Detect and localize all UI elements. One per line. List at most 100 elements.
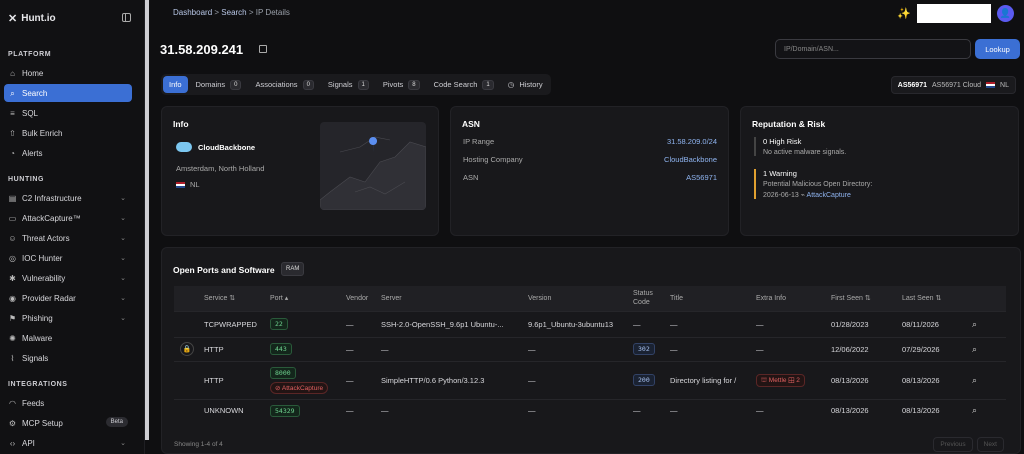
sidebar-collapse-icon[interactable] [122, 13, 131, 22]
ip-range-link[interactable]: 31.58.209.0/24 [667, 137, 717, 146]
malware-tag[interactable]: ⛫ Mettle ⊞ 2 [756, 373, 805, 387]
top-right-controls: ✨ 👤 [897, 4, 1014, 23]
sidebar: ✕ Hunt.io PLATFORM ⌂ Home ⌕ Search ≡ SQL ⇧ B… [0, 0, 145, 454]
search-icon[interactable]: ⌕ [972, 405, 977, 415]
logo[interactable]: ✕ Hunt.io [8, 12, 56, 25]
tab-associations[interactable]: Associations 0 [249, 76, 319, 93]
copy-icon[interactable] [259, 45, 267, 53]
info-title: Info [173, 119, 189, 129]
col-server: Server [381, 294, 402, 302]
tab-pivots[interactable]: Pivots 8 [377, 76, 426, 93]
col-first-seen[interactable]: First Seen ⇅ [831, 286, 902, 311]
sidebar-item-phishing[interactable]: ⚑ Phishing ⌄ [4, 309, 132, 327]
col-service[interactable]: Service ⇅ [204, 286, 270, 311]
sidebar-item-mcp-setup[interactable]: ⚙ MCP Setup Beta [4, 414, 132, 432]
sidebar-item-search[interactable]: ⌕ Search [4, 84, 132, 102]
open-ports-card: Open Ports and Software RAM Service ⇅ Po… [161, 247, 1021, 454]
sidebar-item-home[interactable]: ⌂ Home [4, 64, 132, 82]
lookup-button[interactable]: Lookup [975, 39, 1020, 59]
asn-card: ASN IP Range 31.58.209.0/24 Hosting Comp… [450, 106, 729, 236]
location: Amsterdam, North Holland [176, 164, 265, 173]
asn-link[interactable]: AS56971 [686, 173, 717, 182]
table-row: 🔒 HTTP 443 — — — 302 — — 12/06/2022 07/2… [174, 336, 1006, 361]
warning-item: 1 Warning Potential Malicious Open Direc… [754, 169, 872, 199]
beta-badge: Beta [105, 417, 128, 427]
tab-code-search[interactable]: Code Search 1 [428, 76, 500, 93]
ports-title: Open Ports and Software [173, 265, 275, 275]
breadcrumb-dashboard[interactable]: Dashboard [173, 8, 212, 17]
sidebar-item-api[interactable]: ‹› API ⌄ [4, 434, 132, 452]
main-content: Dashboard > Search > IP Details ✨ 👤 31.5… [149, 0, 1024, 454]
map-pin-icon [369, 137, 378, 153]
search-icon[interactable]: ⌕ [972, 375, 977, 385]
sidebar-item-ioc-hunter[interactable]: ◎ IOC Hunter ⌄ [4, 249, 132, 267]
sidebar-item-alerts[interactable]: ◔ Alerts [4, 144, 132, 162]
sidebar-item-bulk-enrich[interactable]: ⇧ Bulk Enrich [4, 124, 132, 142]
sidebar-item-signals[interactable]: ⌇ Signals [4, 349, 132, 367]
count-badge: 8 [408, 79, 420, 90]
tab-history[interactable]: ◷ History [502, 76, 549, 93]
asn-pill[interactable]: AS56971 AS56971 Cloud NL [890, 76, 1016, 94]
sidebar-item-vulnerability[interactable]: ✱ Vulnerability ⌄ [4, 269, 132, 287]
search-input[interactable]: IP/Domain/ASN... [775, 39, 971, 59]
radar-icon: ◉ [9, 293, 16, 303]
chevron-down-icon: ⌄ [120, 275, 126, 282]
tab-domains[interactable]: Domains 0 [190, 76, 248, 93]
search-icon[interactable]: ⌕ [972, 344, 977, 354]
sidebar-item-attackcapture[interactable]: ▭ AttackCapture™ ⌄ [4, 209, 132, 227]
history-icon: ◷ [507, 80, 515, 89]
next-button[interactable]: Next [976, 437, 1004, 452]
code-icon: ‹› [9, 438, 16, 448]
previous-button[interactable]: Previous [933, 437, 973, 452]
chevron-down-icon: ⌄ [120, 215, 126, 222]
cloud-icon [176, 142, 192, 152]
count-badge: 0 [302, 79, 314, 90]
ports-table: Service ⇅ Port ▴ Vendor Server Version S… [174, 286, 1006, 422]
risk-card: Reputation & Risk 0 High Risk No active … [740, 106, 1019, 236]
tab-signals[interactable]: Signals 1 [322, 76, 375, 93]
attackcapture-link[interactable]: AttackCapture [807, 192, 851, 199]
avatar[interactable]: 👤 [997, 5, 1014, 22]
tab-info[interactable]: Info [163, 76, 188, 93]
upload-icon: ⇧ [9, 128, 16, 138]
target-icon: ◎ [9, 253, 16, 263]
chevron-down-icon: ⌄ [120, 315, 126, 322]
hosting-company-link[interactable]: CloudBackbone [664, 155, 717, 164]
sidebar-item-feeds[interactable]: ◠ Feeds [4, 394, 132, 412]
location-map[interactable] [320, 122, 426, 210]
table-row: TCPWRAPPED 22 — SSH-2.0-OpenSSH_9.6p1 Ub… [174, 310, 1006, 337]
bank-icon: ⛫ [761, 376, 767, 384]
ram-badge[interactable]: RAM [281, 262, 305, 276]
sidebar-item-malware[interactable]: ✺ Malware [4, 329, 132, 347]
server-icon: ▤ [8, 193, 17, 203]
sidebar-item-sql[interactable]: ≡ SQL [4, 104, 132, 122]
port-badge[interactable]: 443 [270, 343, 292, 355]
link-icon: ⌁ [800, 192, 805, 199]
col-port[interactable]: Port ▴ [270, 286, 346, 311]
count-badge: 1 [357, 79, 369, 90]
sparkle-icon[interactable]: ✨ [897, 7, 911, 20]
app-name: Hunt.io [21, 13, 56, 24]
sidebar-item-provider-radar[interactable]: ◉ Provider Radar ⌄ [4, 289, 132, 307]
status-code-badge: 200 [633, 374, 655, 386]
map-graphic [320, 136, 426, 210]
status-code-badge: 302 [633, 343, 655, 355]
chevron-down-icon: ⌄ [120, 235, 126, 242]
chevron-down-icon: ⌄ [120, 255, 126, 262]
port-badge[interactable]: 22 [270, 318, 288, 330]
breadcrumb-search[interactable]: Search [221, 8, 246, 17]
user-info-box [917, 4, 991, 23]
col-extra-info: Extra Info [756, 294, 786, 302]
col-title: Title [670, 294, 683, 302]
col-vendor: Vendor [346, 294, 369, 302]
port-badge[interactable]: 54329 [270, 404, 300, 417]
attackcapture-tag[interactable]: ⊘ AttackCapture [270, 381, 329, 394]
sidebar-item-c2[interactable]: ▤ C2 Infrastructure ⌄ [4, 189, 132, 207]
search-icon[interactable]: ⌕ [972, 319, 977, 329]
col-last-seen[interactable]: Last Seen ⇅ [902, 286, 972, 311]
port-badge[interactable]: 8000 [270, 366, 296, 379]
chevron-down-icon: ⌄ [120, 440, 126, 447]
col-version: Version [528, 294, 552, 302]
sidebar-item-threat-actors[interactable]: ☺ Threat Actors ⌄ [4, 229, 132, 247]
home-icon: ⌂ [10, 68, 15, 78]
